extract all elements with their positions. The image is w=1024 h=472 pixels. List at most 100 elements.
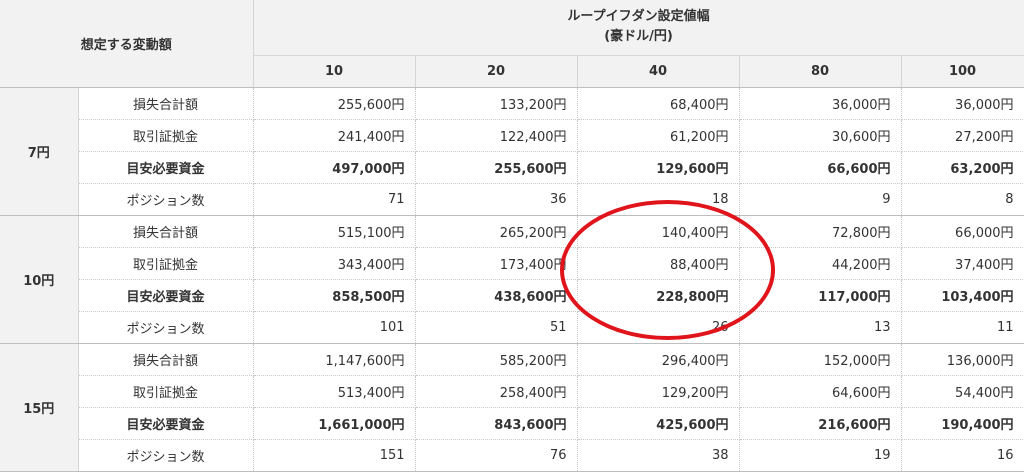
value-cell: 585,200円 [415, 343, 578, 376]
column-header: 40 [577, 55, 740, 88]
value-cell: 30,600円 [739, 119, 902, 152]
row-label: 取引証拠金 [78, 247, 254, 280]
table-header: 想定する変動額 ループイフダン設定値幅 (豪ドル/円) 10 20 40 80 … [0, 0, 1024, 88]
column-header: 80 [739, 55, 902, 88]
value-cell: 228,800円 [577, 279, 740, 312]
value-cell: 136,000円 [901, 343, 1024, 376]
value-cell: 68,400円 [577, 87, 740, 120]
group-label: 7円 [0, 87, 79, 216]
range-header-pair: (豪ドル/円) [604, 29, 673, 45]
table-row: 取引証拠金 343,400円 173,400円 88,400円 44,200円 37,40… [0, 247, 1024, 280]
value-cell: 101 [253, 311, 416, 344]
value-cell: 255,600円 [253, 87, 416, 120]
value-cell: 66,600円 [739, 151, 902, 184]
page: 想定する変動額 ループイフダン設定値幅 (豪ドル/円) 10 20 40 80 … [0, 0, 1024, 472]
value-cell: 54,400円 [901, 375, 1024, 408]
row-label: 損失合計額 [78, 87, 254, 120]
value-cell: 1,661,000円 [253, 407, 416, 440]
table-row: 7円 損失合計額 255,600円 133,200円 68,400円 36,000円 36,… [0, 87, 1024, 216]
table-row: 取引証拠金 513,400円 258,400円 129,200円 64,600円 54,4… [0, 375, 1024, 408]
row-label: 目安必要資金 [78, 279, 254, 312]
value-cell: 258,400円 [415, 375, 578, 408]
value-cell: 27,200円 [901, 119, 1024, 152]
value-cell: 140,400円 [577, 215, 740, 248]
value-cell: 63,200円 [901, 151, 1024, 184]
value-cell: 18 [577, 183, 740, 216]
table-row: 15円 損失合計額 1,147,600円 585,200円 296,400円 152,00… [0, 343, 1024, 472]
value-cell: 13 [739, 311, 902, 344]
value-cell: 843,600円 [415, 407, 578, 440]
group-label: 10円 [0, 215, 79, 344]
value-cell: 1,147,600円 [253, 343, 416, 376]
value-cell: 38 [577, 439, 740, 472]
column-header: 100 [901, 55, 1024, 88]
value-cell: 16 [901, 439, 1024, 472]
row-label: 損失合計額 [78, 343, 254, 376]
range-header-title: ループイフダン設定値幅 [567, 9, 710, 25]
value-cell: 152,000円 [739, 343, 902, 376]
value-cell: 173,400円 [415, 247, 578, 280]
margin-table: 想定する変動額 ループイフダン設定値幅 (豪ドル/円) 10 20 40 80 … [0, 0, 1024, 472]
value-cell: 858,500円 [253, 279, 416, 312]
column-header: 20 [415, 55, 578, 88]
value-cell: 129,600円 [577, 151, 740, 184]
value-cell: 19 [739, 439, 902, 472]
table-body: 7円 損失合計額 255,600円 133,200円 68,400円 36,000円 36,… [0, 87, 1024, 472]
table-row: 取引証拠金 241,400円 122,400円 61,200円 30,600円 27,20… [0, 119, 1024, 152]
row-label: 取引証拠金 [78, 375, 254, 408]
value-cell: 88,400円 [577, 247, 740, 280]
value-cell: 8 [901, 183, 1024, 216]
value-cell: 36,000円 [739, 87, 902, 120]
value-cell: 11 [901, 311, 1024, 344]
row-label: 取引証拠金 [78, 119, 254, 152]
group-label: 15円 [0, 343, 79, 472]
value-cell: 241,400円 [253, 119, 416, 152]
row-label: ポジション数 [78, 311, 254, 344]
value-cell: 66,000円 [901, 215, 1024, 248]
table-row: ポジション数 71 36 18 9 8 [0, 183, 1024, 216]
value-cell: 216,600円 [739, 407, 902, 440]
value-cell: 9 [739, 183, 902, 216]
value-cell: 103,400円 [901, 279, 1024, 312]
value-cell: 190,400円 [901, 407, 1024, 440]
row-label: ポジション数 [78, 183, 254, 216]
range-header: ループイフダン設定値幅 (豪ドル/円) [253, 0, 1024, 56]
row-label: ポジション数 [78, 439, 254, 472]
value-cell: 129,200円 [577, 375, 740, 408]
table-row: 目安必要資金 1,661,000円 843,600円 425,600円 216,600円… [0, 407, 1024, 440]
value-cell: 71 [253, 183, 416, 216]
value-cell: 515,100円 [253, 215, 416, 248]
value-cell: 497,000円 [253, 151, 416, 184]
value-cell: 343,400円 [253, 247, 416, 280]
value-cell: 296,400円 [577, 343, 740, 376]
value-cell: 265,200円 [415, 215, 578, 248]
value-cell: 513,400円 [253, 375, 416, 408]
corner-header: 想定する変動額 [0, 0, 254, 88]
value-cell: 151 [253, 439, 416, 472]
row-label: 目安必要資金 [78, 151, 254, 184]
value-cell: 255,600円 [415, 151, 578, 184]
table-row: 目安必要資金 858,500円 438,600円 228,800円 117,000円 10… [0, 279, 1024, 312]
value-cell: 36,000円 [901, 87, 1024, 120]
value-cell: 122,400円 [415, 119, 578, 152]
value-cell: 64,600円 [739, 375, 902, 408]
value-cell: 76 [415, 439, 578, 472]
row-label: 目安必要資金 [78, 407, 254, 440]
table-row: ポジション数 151 76 38 19 16 [0, 439, 1024, 472]
value-cell: 133,200円 [415, 87, 578, 120]
value-cell: 37,400円 [901, 247, 1024, 280]
value-cell: 425,600円 [577, 407, 740, 440]
value-cell: 44,200円 [739, 247, 902, 280]
column-header: 10 [253, 55, 416, 88]
value-cell: 51 [415, 311, 578, 344]
value-cell: 117,000円 [739, 279, 902, 312]
value-cell: 26 [577, 311, 740, 344]
row-label: 損失合計額 [78, 215, 254, 248]
value-cell: 72,800円 [739, 215, 902, 248]
table-row: 10円 損失合計額 515,100円 265,200円 140,400円 72,800円 6… [0, 215, 1024, 344]
value-cell: 438,600円 [415, 279, 578, 312]
table-row: 目安必要資金 497,000円 255,600円 129,600円 66,600円 63,… [0, 151, 1024, 184]
value-cell: 36 [415, 183, 578, 216]
table-row: ポジション数 101 51 26 13 11 [0, 311, 1024, 344]
value-cell: 61,200円 [577, 119, 740, 152]
